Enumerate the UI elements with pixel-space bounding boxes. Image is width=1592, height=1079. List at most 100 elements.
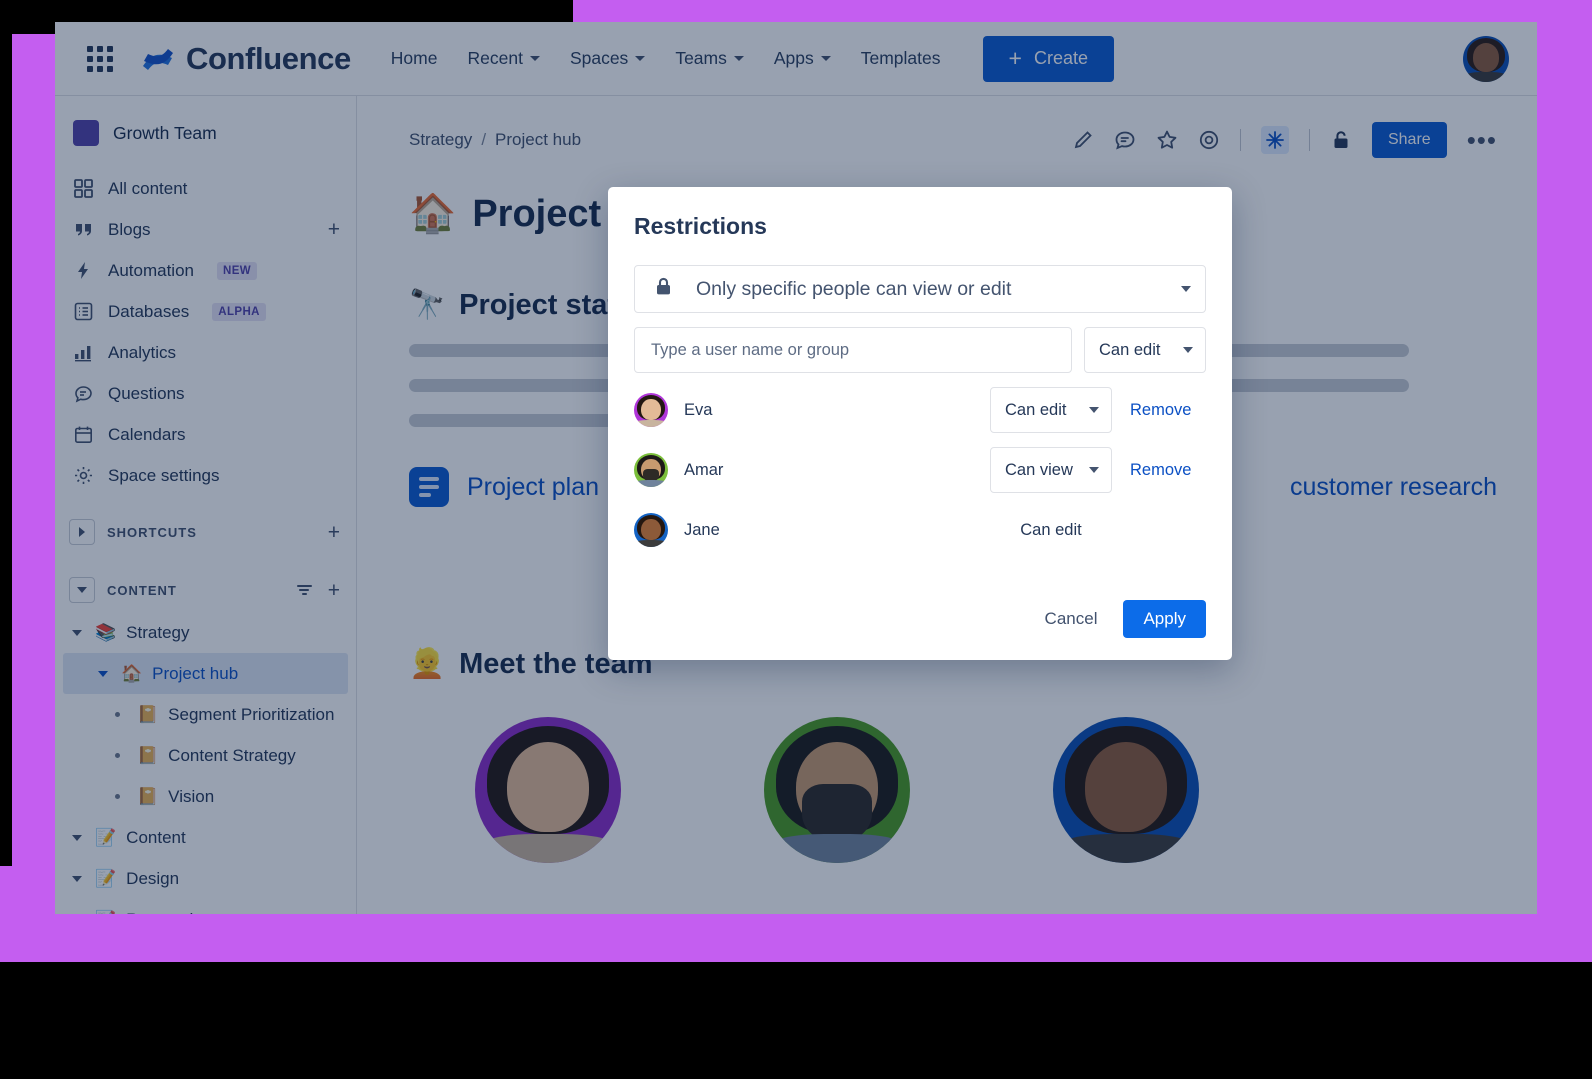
grid-apps-icon[interactable] xyxy=(87,45,113,72)
add-shortcut-button[interactable]: + xyxy=(328,522,340,543)
person-permission-select[interactable]: Can edit xyxy=(990,387,1112,433)
space-avatar-icon xyxy=(73,120,99,146)
nav-link-home[interactable]: Home xyxy=(391,48,438,69)
team-member-avatar-amar[interactable] xyxy=(764,717,910,863)
chevron-down-icon[interactable] xyxy=(95,670,111,677)
notebook-icon: 📔 xyxy=(137,745,159,765)
nav-label: Spaces xyxy=(569,48,629,68)
edit-pencil-icon[interactable] xyxy=(1072,129,1094,151)
person-row-amar: Amar Can view Remove xyxy=(634,447,1206,493)
telescope-icon: 🔭 xyxy=(409,289,446,321)
tree-item-label: Strategy xyxy=(126,622,190,642)
create-button-label: Create xyxy=(1033,48,1088,68)
restrictions-dialog: Restrictions Only specific people can vi… xyxy=(608,187,1232,660)
avatar[interactable] xyxy=(1463,35,1509,82)
chevron-down-icon xyxy=(1089,407,1099,413)
content-section-header: CONTENT + xyxy=(55,568,356,612)
tree-item-research[interactable]: 📝 Research xyxy=(55,899,356,915)
add-blog-button[interactable]: + xyxy=(328,219,340,240)
person-permission-select[interactable]: Can view xyxy=(990,447,1112,493)
avatar xyxy=(634,393,668,427)
watch-eye-icon[interactable] xyxy=(1198,129,1220,151)
shortcuts-section-header: SHORTCUTS + xyxy=(55,510,356,554)
breadcrumb: Strategy / Project hub Share ••• xyxy=(409,122,1497,158)
nav-link-teams[interactable]: Teams xyxy=(675,48,744,69)
sidebar-item-databases[interactable]: Databases ALPHA xyxy=(55,291,356,332)
comment-icon[interactable] xyxy=(1114,129,1136,151)
sidebar-item-blogs[interactable]: Blogs + xyxy=(55,209,356,250)
filter-icon[interactable] xyxy=(296,585,312,595)
chevron-down-icon[interactable] xyxy=(69,577,95,603)
sidebar-item-analytics[interactable]: Analytics xyxy=(55,332,356,373)
add-content-button[interactable]: + xyxy=(328,580,340,601)
create-button[interactable]: + Create xyxy=(982,35,1114,82)
permission-value: Can edit xyxy=(1005,400,1067,419)
team-member-list xyxy=(475,717,1497,863)
confluence-logo[interactable]: Confluence xyxy=(141,41,351,77)
tree-item-content-strategy[interactable]: 📔 Content Strategy xyxy=(55,735,356,776)
team-member-avatar-jane[interactable] xyxy=(1053,717,1199,863)
avatar xyxy=(634,513,668,547)
gear-icon xyxy=(73,465,94,486)
tree-item-strategy[interactable]: 📚 Strategy xyxy=(55,612,356,653)
sidebar-item-automation[interactable]: Automation NEW xyxy=(55,250,356,291)
breadcrumb-current[interactable]: Project hub xyxy=(495,130,581,150)
nav-link-spaces[interactable]: Spaces xyxy=(569,48,646,69)
restrictions-lock-icon[interactable] xyxy=(1330,129,1352,151)
breadcrumb-parent[interactable]: Strategy xyxy=(409,130,472,150)
sidebar-item-label: Space settings xyxy=(108,465,220,485)
confluence-mark-icon xyxy=(141,44,175,74)
person-row-eva: Eva Can edit Remove xyxy=(634,387,1206,433)
restriction-level-select[interactable]: Only specific people can view or edit xyxy=(634,265,1206,313)
content-tree: 📚 Strategy 🏠 Project hub 📔 Segment Prior… xyxy=(55,612,356,914)
tree-item-label: Content Strategy xyxy=(168,745,296,765)
nav-label: Teams xyxy=(675,48,727,68)
user-search-input[interactable] xyxy=(634,327,1072,373)
sidebar-item-label: Calendars xyxy=(108,424,186,444)
bar-chart-icon xyxy=(73,342,94,363)
tree-item-vision[interactable]: 📔 Vision xyxy=(55,776,356,817)
sidebar-item-calendars[interactable]: Calendars xyxy=(55,414,356,455)
primary-nav-links: Home Recent Spaces Teams Apps Templates xyxy=(391,48,941,69)
speech-bubble-icon xyxy=(73,383,94,404)
chevron-down-icon[interactable] xyxy=(69,875,85,882)
nav-link-apps[interactable]: Apps xyxy=(774,48,831,69)
memo-icon: 📝 xyxy=(95,868,117,888)
page-action-toolbar: Share ••• xyxy=(1072,122,1497,158)
tree-item-segment-prioritization[interactable]: 📔 Segment Prioritization xyxy=(55,694,356,735)
remove-person-link[interactable]: Remove xyxy=(1130,461,1206,480)
tree-item-design[interactable]: 📝 Design xyxy=(55,858,356,899)
chevron-down-icon[interactable] xyxy=(69,629,85,636)
tree-item-label: Vision xyxy=(168,786,215,806)
bullet-icon xyxy=(109,794,125,799)
sidebar-item-space-settings[interactable]: Space settings xyxy=(55,455,356,496)
remove-person-link[interactable]: Remove xyxy=(1130,401,1206,420)
automation-icon[interactable] xyxy=(1260,126,1289,154)
tree-item-label: Segment Prioritization xyxy=(168,704,335,724)
space-header[interactable]: Growth Team xyxy=(55,114,356,152)
nav-link-templates[interactable]: Templates xyxy=(861,48,941,69)
sidebar-item-all-content[interactable]: All content xyxy=(55,168,356,209)
chevron-down-icon xyxy=(1181,286,1191,292)
calendar-icon xyxy=(73,424,94,445)
tree-item-project-hub[interactable]: 🏠 Project hub xyxy=(63,653,348,694)
share-button[interactable]: Share xyxy=(1371,122,1447,158)
team-member-avatar-eva[interactable] xyxy=(475,717,621,863)
new-person-permission-select[interactable]: Can edit xyxy=(1084,327,1206,373)
house-icon: 🏠 xyxy=(121,663,143,683)
chevron-right-icon[interactable] xyxy=(69,519,95,545)
sidebar-item-questions[interactable]: Questions xyxy=(55,373,356,414)
status-badge: NEW xyxy=(217,261,258,280)
nav-link-recent[interactable]: Recent xyxy=(467,48,540,69)
document-icon xyxy=(409,467,449,507)
cancel-button[interactable]: Cancel xyxy=(1035,601,1108,637)
chevron-down-icon[interactable] xyxy=(69,834,85,841)
chevron-down-icon xyxy=(1183,347,1193,353)
tree-item-content[interactable]: 📝 Content xyxy=(55,817,356,858)
apply-button[interactable]: Apply xyxy=(1123,600,1206,638)
lock-icon xyxy=(653,276,674,302)
avatar xyxy=(634,453,668,487)
star-icon[interactable] xyxy=(1156,129,1178,151)
more-actions-button[interactable]: ••• xyxy=(1467,127,1497,153)
nav-label: Home xyxy=(390,48,438,68)
